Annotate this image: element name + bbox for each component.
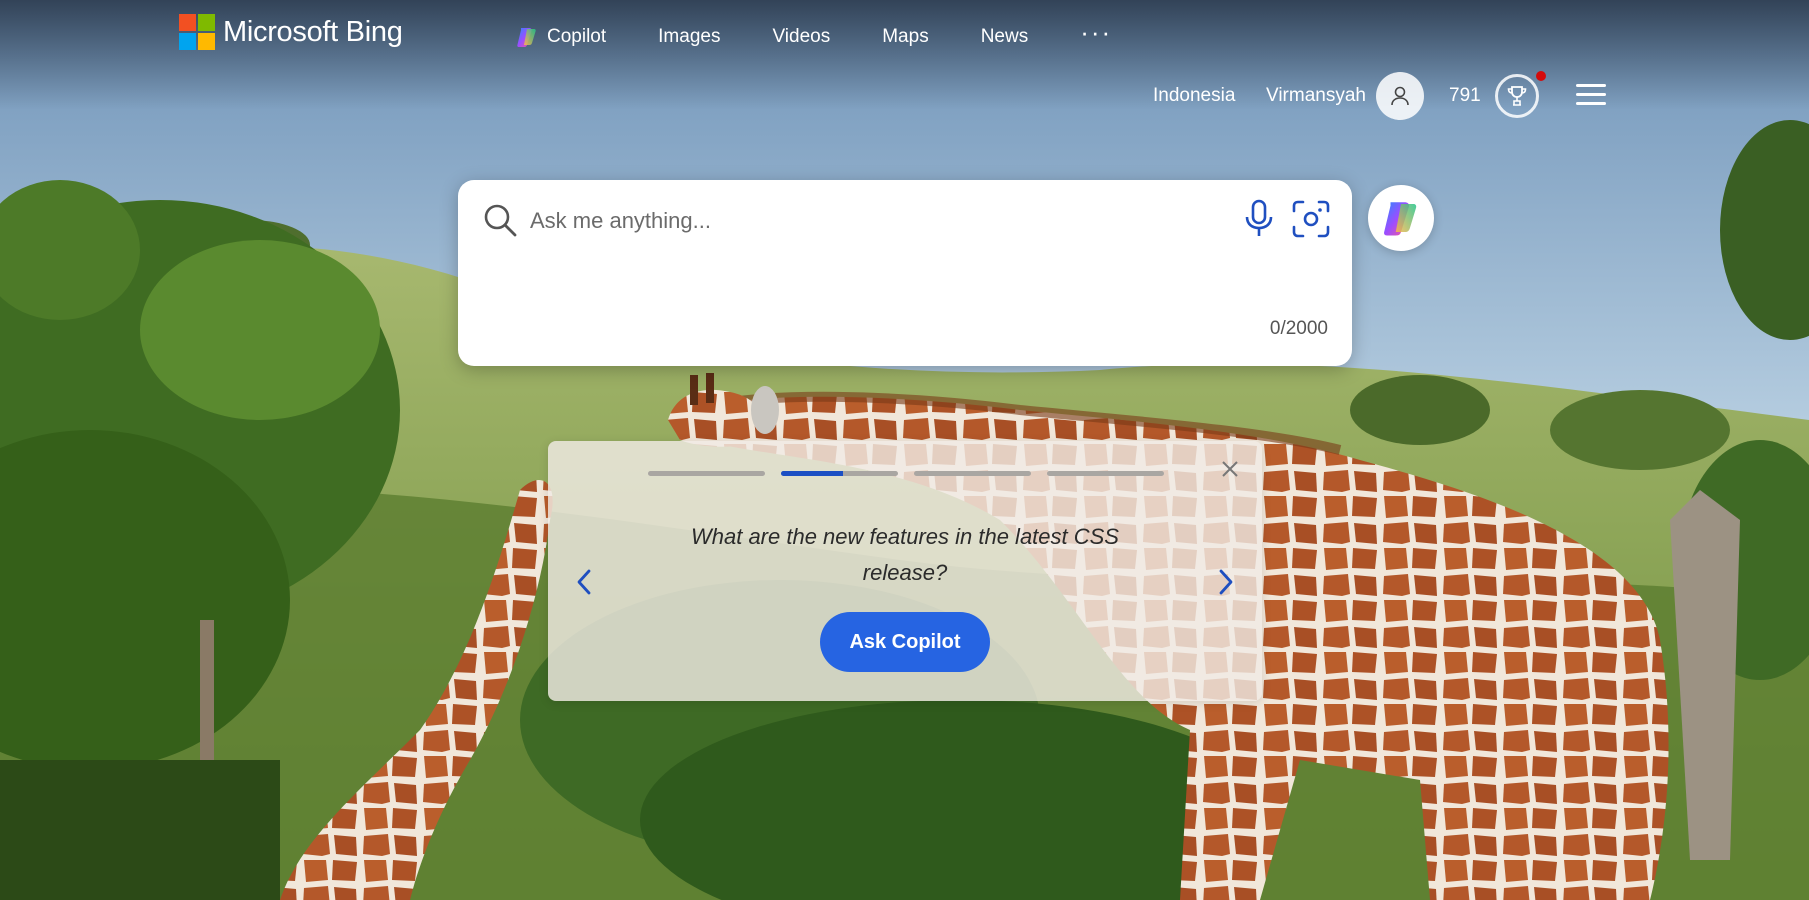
progress-step-3[interactable]: [914, 471, 1031, 476]
avatar[interactable]: [1375, 72, 1424, 120]
nav-news-label: News: [980, 26, 1029, 47]
progress-fill: [781, 471, 843, 476]
nav-news[interactable]: News: [981, 26, 1029, 48]
nav-more-button[interactable]: ···: [1080, 19, 1112, 45]
copilot-icon: [517, 28, 536, 47]
suggestion-progress: [648, 471, 1180, 476]
nav-videos[interactable]: Videos: [772, 26, 830, 48]
rewards-trophy-button[interactable]: [1494, 71, 1546, 118]
ask-copilot-button[interactable]: Ask Copilot: [820, 612, 990, 672]
trophy-icon: [1507, 86, 1527, 106]
search-icon: [484, 204, 517, 237]
notification-dot: [1535, 71, 1546, 81]
suggestion-prompt: What are the new features in the latest …: [690, 524, 1119, 585]
rewards-points[interactable]: 791: [1449, 85, 1481, 107]
menu-button[interactable]: [1576, 84, 1606, 106]
nav-images-label: Images: [658, 26, 721, 47]
bing-logo[interactable]: Microsoft Bing: [179, 14, 403, 50]
chevron-right-icon[interactable]: [1216, 567, 1236, 597]
user-bar: Indonesia: [1153, 71, 1235, 121]
chevron-left-icon[interactable]: [574, 567, 594, 597]
user-name[interactable]: Virmansyah: [1266, 85, 1366, 107]
nav-copilot-label: Copilot: [547, 26, 607, 47]
nav-images[interactable]: Images: [658, 26, 720, 48]
progress-step-1[interactable]: [648, 471, 765, 476]
person-icon: [1391, 86, 1409, 106]
nav-videos-label: Videos: [772, 26, 831, 47]
rewards[interactable]: 791: [1449, 71, 1546, 121]
top-nav: Copilot Images Videos Maps News ···: [515, 19, 1112, 52]
progress-step-4[interactable]: [1047, 471, 1164, 476]
nav-copilot[interactable]: Copilot: [515, 25, 606, 49]
copilot-icon: [1384, 202, 1417, 236]
progress-step-2[interactable]: [781, 471, 898, 476]
character-counter: 0/2000: [1269, 318, 1328, 339]
close-icon[interactable]: [1220, 459, 1240, 479]
account[interactable]: Virmansyah: [1266, 71, 1424, 121]
copilot-button[interactable]: [1368, 185, 1434, 251]
nav-maps[interactable]: Maps: [882, 26, 928, 48]
search-box: 0/2000: [458, 180, 1352, 366]
visual-search-icon[interactable]: [1290, 198, 1332, 240]
brand-name: Microsoft Bing: [223, 15, 403, 48]
microsoft-logo-icon: [179, 14, 215, 50]
search-input[interactable]: [528, 202, 1132, 240]
nav-maps-label: Maps: [882, 26, 929, 47]
suggestion-card: What are the new features in the latest …: [548, 441, 1262, 701]
region-selector[interactable]: Indonesia: [1153, 85, 1235, 107]
microphone-icon[interactable]: [1240, 198, 1278, 240]
